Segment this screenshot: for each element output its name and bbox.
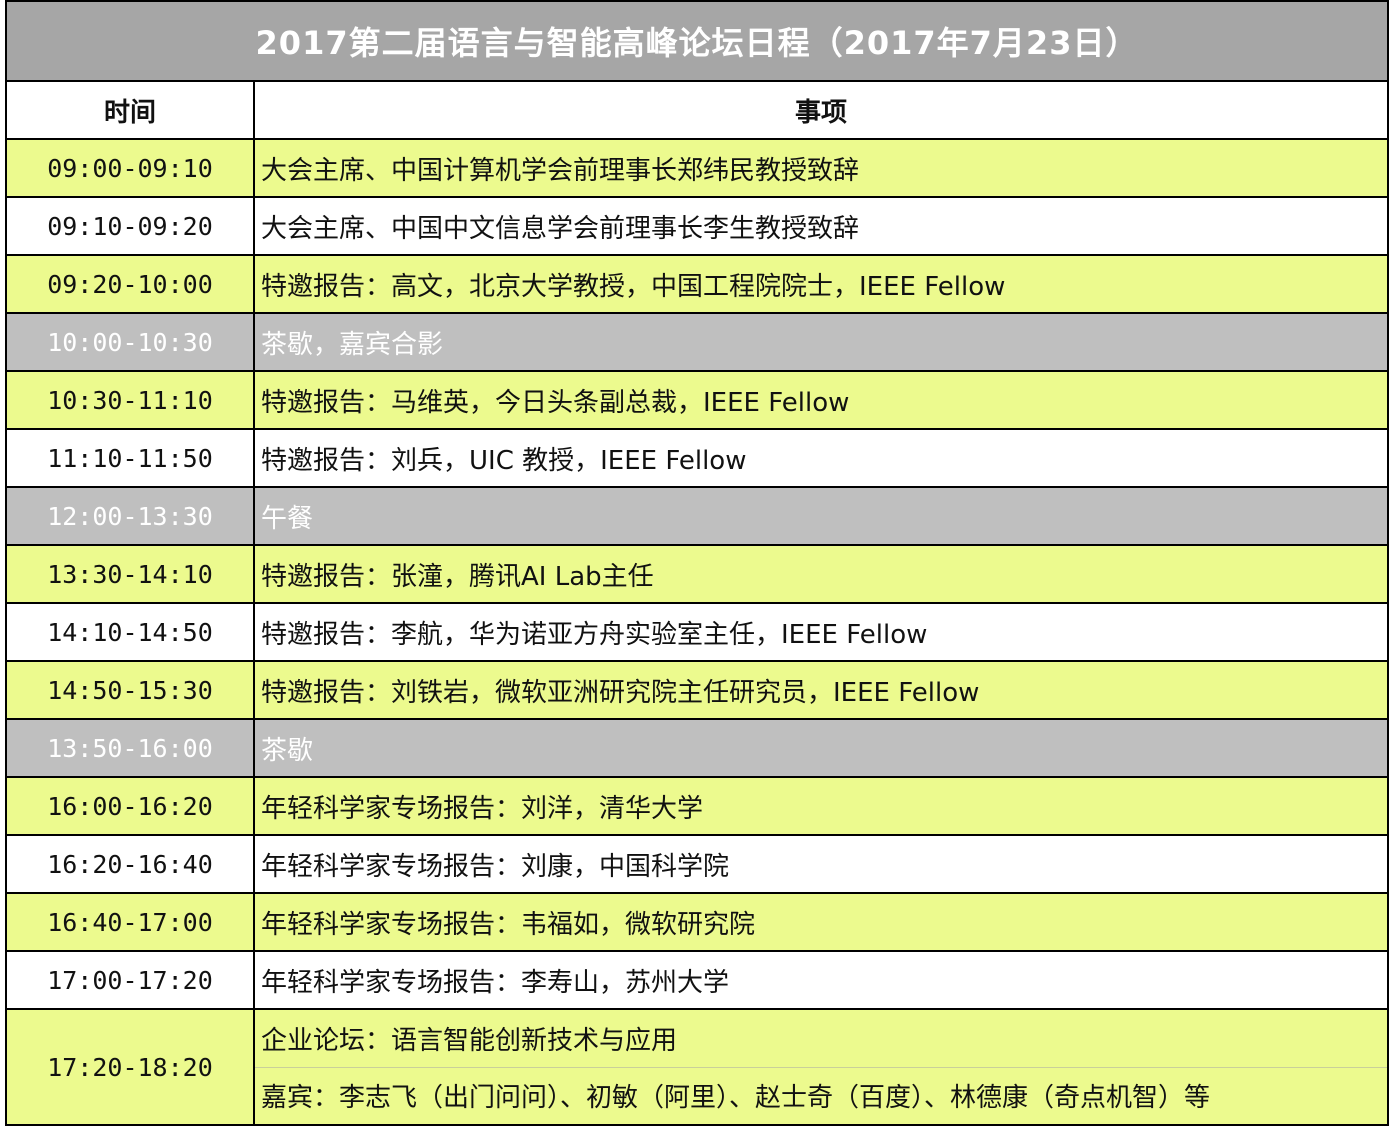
time-cell: 09:00-09:10: [7, 140, 255, 196]
time-cell: 09:10-09:20: [7, 198, 255, 254]
item-cell: 特邀报告：高文，北京大学教授，中国工程院院士，IEEE Fellow: [261, 271, 1006, 302]
table-row: 17:00-17:20 年轻科学家专场报告：李寿山，苏州大学: [5, 952, 1389, 1010]
schedule-table: 2017第二届语言与智能高峰论坛日程（2017年7月23日） 时间 事项 09:…: [5, 0, 1389, 1126]
item-cell: 特邀报告：马维英，今日头条副总裁，IEEE Fellow: [261, 387, 850, 418]
forum-topic: 企业论坛：语言智能创新技术与应用: [261, 1025, 678, 1056]
time-cell: 10:00-10:30: [7, 314, 255, 370]
table-row: 16:00-16:20 年轻科学家专场报告：刘洋，清华大学: [5, 778, 1389, 836]
time-cell: 16:40-17:00: [7, 894, 255, 950]
table-row: 09:10-09:20 大会主席、中国中文信息学会前理事长李生教授致辞: [5, 198, 1389, 256]
item-cell: 茶歇，嘉宾合影: [261, 329, 444, 360]
time-cell: 11:10-11:50: [7, 430, 255, 486]
time-cell: 12:00-13:30: [7, 488, 255, 544]
table-row: 09:00-09:10 大会主席、中国计算机学会前理事长郑纬民教授致辞: [5, 140, 1389, 198]
item-cell: 企业论坛：语言智能创新技术与应用 嘉宾：李志飞（出门问问）、初敏（阿里）、赵士奇…: [255, 1010, 1387, 1124]
time-cell: 14:10-14:50: [7, 604, 255, 660]
item-cell: 大会主席、中国中文信息学会前理事长李生教授致辞: [261, 213, 860, 244]
table-row: 09:20-10:00 特邀报告：高文，北京大学教授，中国工程院院士，IEEE F…: [5, 256, 1389, 314]
time-cell: 17:20-18:20: [7, 1010, 255, 1124]
table-row: 12:00-13:30 午餐: [5, 488, 1389, 546]
time-cell: 16:00-16:20: [7, 778, 255, 834]
table-row: 16:40-17:00 年轻科学家专场报告：韦福如，微软研究院: [5, 894, 1389, 952]
table-row: 14:10-14:50 特邀报告：李航，华为诺亚方舟实验室主任，IEEE Fell…: [5, 604, 1389, 662]
item-cell: 年轻科学家专场报告：韦福如，微软研究院: [261, 909, 756, 940]
table-row: 13:50-16:00 茶歇: [5, 720, 1389, 778]
table-title: 2017第二届语言与智能高峰论坛日程（2017年7月23日）: [5, 0, 1389, 82]
header-item: 事项: [794, 97, 847, 128]
item-cell: 午餐: [261, 503, 314, 534]
time-cell: 10:30-11:10: [7, 372, 255, 428]
item-cell: 茶歇: [261, 735, 314, 766]
item-cell: 特邀报告：刘兵，UIC 教授，IEEE Fellow: [261, 445, 747, 476]
table-row: 10:00-10:30 茶歇，嘉宾合影: [5, 314, 1389, 372]
time-cell: 09:20-10:00: [7, 256, 255, 312]
time-cell: 13:30-14:10: [7, 546, 255, 602]
table-row-enterprise-forum: 17:20-18:20 企业论坛：语言智能创新技术与应用 嘉宾：李志飞（出门问问…: [5, 1010, 1389, 1126]
table-row: 13:30-14:10 特邀报告：张潼，腾讯AI Lab主任: [5, 546, 1389, 604]
time-cell: 17:00-17:20: [7, 952, 255, 1008]
item-cell: 特邀报告：张潼，腾讯AI Lab主任: [261, 561, 654, 592]
header-time: 时间: [7, 82, 255, 138]
time-cell: 16:20-16:40: [7, 836, 255, 892]
item-cell: 特邀报告：刘铁岩，微软亚洲研究院主任研究员，IEEE Fellow: [261, 677, 980, 708]
header-row: 时间 事项: [5, 82, 1389, 140]
item-cell: 年轻科学家专场报告：刘洋，清华大学: [261, 793, 704, 824]
table-row: 14:50-15:30 特邀报告：刘铁岩，微软亚洲研究院主任研究员，IEEE Fe…: [5, 662, 1389, 720]
table-row: 11:10-11:50 特邀报告：刘兵，UIC 教授，IEEE Fellow: [5, 430, 1389, 488]
table-row: 10:30-11:10 特邀报告：马维英，今日头条副总裁，IEEE Fellow: [5, 372, 1389, 430]
item-cell: 大会主席、中国计算机学会前理事长郑纬民教授致辞: [261, 155, 860, 186]
time-cell: 14:50-15:30: [7, 662, 255, 718]
item-cell: 年轻科学家专场报告：刘康，中国科学院: [261, 851, 730, 882]
item-cell: 年轻科学家专场报告：李寿山，苏州大学: [261, 967, 730, 998]
forum-guests: 嘉宾：李志飞（出门问问）、初敏（阿里）、赵士奇（百度）、林德康（奇点机智）等: [255, 1066, 1387, 1125]
table-row: 16:20-16:40 年轻科学家专场报告：刘康，中国科学院: [5, 836, 1389, 894]
time-cell: 13:50-16:00: [7, 720, 255, 776]
item-cell: 特邀报告：李航，华为诺亚方舟实验室主任，IEEE Fellow: [261, 619, 928, 650]
